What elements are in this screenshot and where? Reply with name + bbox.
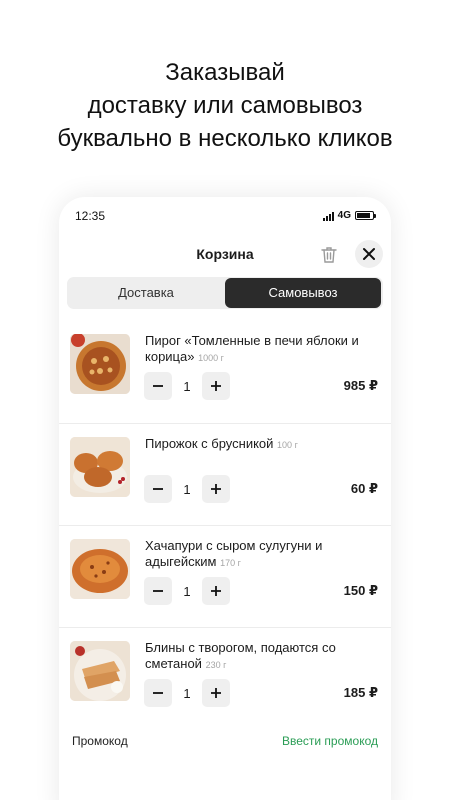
increase-button[interactable] — [202, 679, 230, 707]
plus-icon — [211, 586, 221, 596]
product-title: Пирог «Томленные в печи яблоки и корица» — [145, 333, 359, 364]
headline-line-2: доставку или самовывоз — [87, 92, 363, 119]
product-image — [70, 641, 130, 701]
trash-icon[interactable] — [317, 243, 341, 267]
product-name: Блины с творогом, подаются со сметаной 2… — [145, 640, 375, 673]
quantity-value: 1 — [183, 379, 191, 394]
product-name: Пирог «Томленные в печи яблоки и корица»… — [145, 333, 375, 366]
quantity-value: 1 — [183, 482, 191, 497]
increase-button[interactable] — [202, 577, 230, 605]
item-price: 985 ₽ — [343, 378, 378, 393]
tab-pickup[interactable]: Самовывоз — [225, 278, 381, 308]
quantity-value: 1 — [183, 686, 191, 701]
quantity-stepper: 1 — [144, 577, 230, 605]
product-weight: 100 г — [277, 440, 298, 450]
order-type-switch: Доставка Самовывоз — [67, 277, 383, 309]
minus-icon — [153, 590, 163, 592]
quantity-stepper: 1 — [144, 475, 230, 503]
close-button[interactable] — [355, 240, 383, 268]
status-bar: 12:35 4G — [59, 197, 391, 237]
product-title: Пирожок с брусникой — [145, 436, 274, 451]
product-name: Пирожок с брусникой 100 г — [145, 436, 375, 453]
quantity-stepper: 1 — [144, 679, 230, 707]
headline-line-3: буквально в несколько кликов — [57, 125, 393, 152]
plus-icon — [211, 484, 221, 494]
cart-item: Блины с творогом, подаются со сметаной 2… — [59, 627, 391, 729]
increase-button[interactable] — [202, 475, 230, 503]
product-image — [70, 334, 130, 394]
product-image — [70, 539, 130, 599]
cart-item: Пирожок с брусникой 100 г 1 60 ₽ — [59, 423, 391, 525]
increase-button[interactable] — [202, 372, 230, 400]
decrease-button[interactable] — [144, 577, 172, 605]
minus-icon — [153, 692, 163, 694]
cart-item: Хачапури с сыром сулугуни и адыгейским 1… — [59, 525, 391, 627]
product-name: Хачапури с сыром сулугуни и адыгейским 1… — [145, 538, 375, 571]
decrease-button[interactable] — [144, 372, 172, 400]
page-title: Корзина — [196, 246, 254, 262]
quantity-value: 1 — [183, 584, 191, 599]
product-title: Блины с творогом, подаются со сметаной — [145, 640, 336, 671]
enter-promo-code-link[interactable]: Ввести промокод — [282, 734, 378, 748]
phone-frame: 12:35 4G Корзина Доставка Самовывоз Пиро… — [59, 197, 391, 800]
cart-list: Пирог «Томленные в печи яблоки и корица»… — [59, 321, 391, 729]
marketing-headline: Заказывай доставку или самовывоз букваль… — [0, 56, 450, 155]
promo-code-label: Промокод — [72, 734, 128, 748]
decrease-button[interactable] — [144, 679, 172, 707]
signal-icon — [322, 211, 334, 221]
product-image — [70, 437, 130, 497]
plus-icon — [211, 381, 221, 391]
network-type: 4G — [337, 210, 351, 221]
plus-icon — [211, 688, 221, 698]
decrease-button[interactable] — [144, 475, 172, 503]
headline-line-1: Заказывай — [165, 59, 285, 86]
product-weight: 230 г — [205, 660, 227, 670]
product-weight: 1000 г — [198, 353, 224, 363]
minus-icon — [153, 385, 163, 387]
item-price: 150 ₽ — [343, 583, 378, 598]
cart-header: Корзина — [59, 237, 391, 273]
tab-delivery[interactable]: Доставка — [67, 277, 225, 309]
minus-icon — [153, 488, 163, 490]
status-indicators: 4G — [322, 210, 376, 221]
cart-item: Пирог «Томленные в печи яблоки и корица»… — [59, 321, 391, 423]
item-price: 185 ₽ — [343, 685, 378, 700]
quantity-stepper: 1 — [144, 372, 230, 400]
close-icon — [363, 248, 375, 260]
product-weight: 170 г — [220, 558, 241, 568]
item-price: 60 ₽ — [350, 481, 378, 496]
status-time: 12:35 — [75, 209, 106, 223]
promo-code-row: Промокод Ввести промокод — [59, 734, 391, 752]
battery-icon — [355, 211, 376, 220]
